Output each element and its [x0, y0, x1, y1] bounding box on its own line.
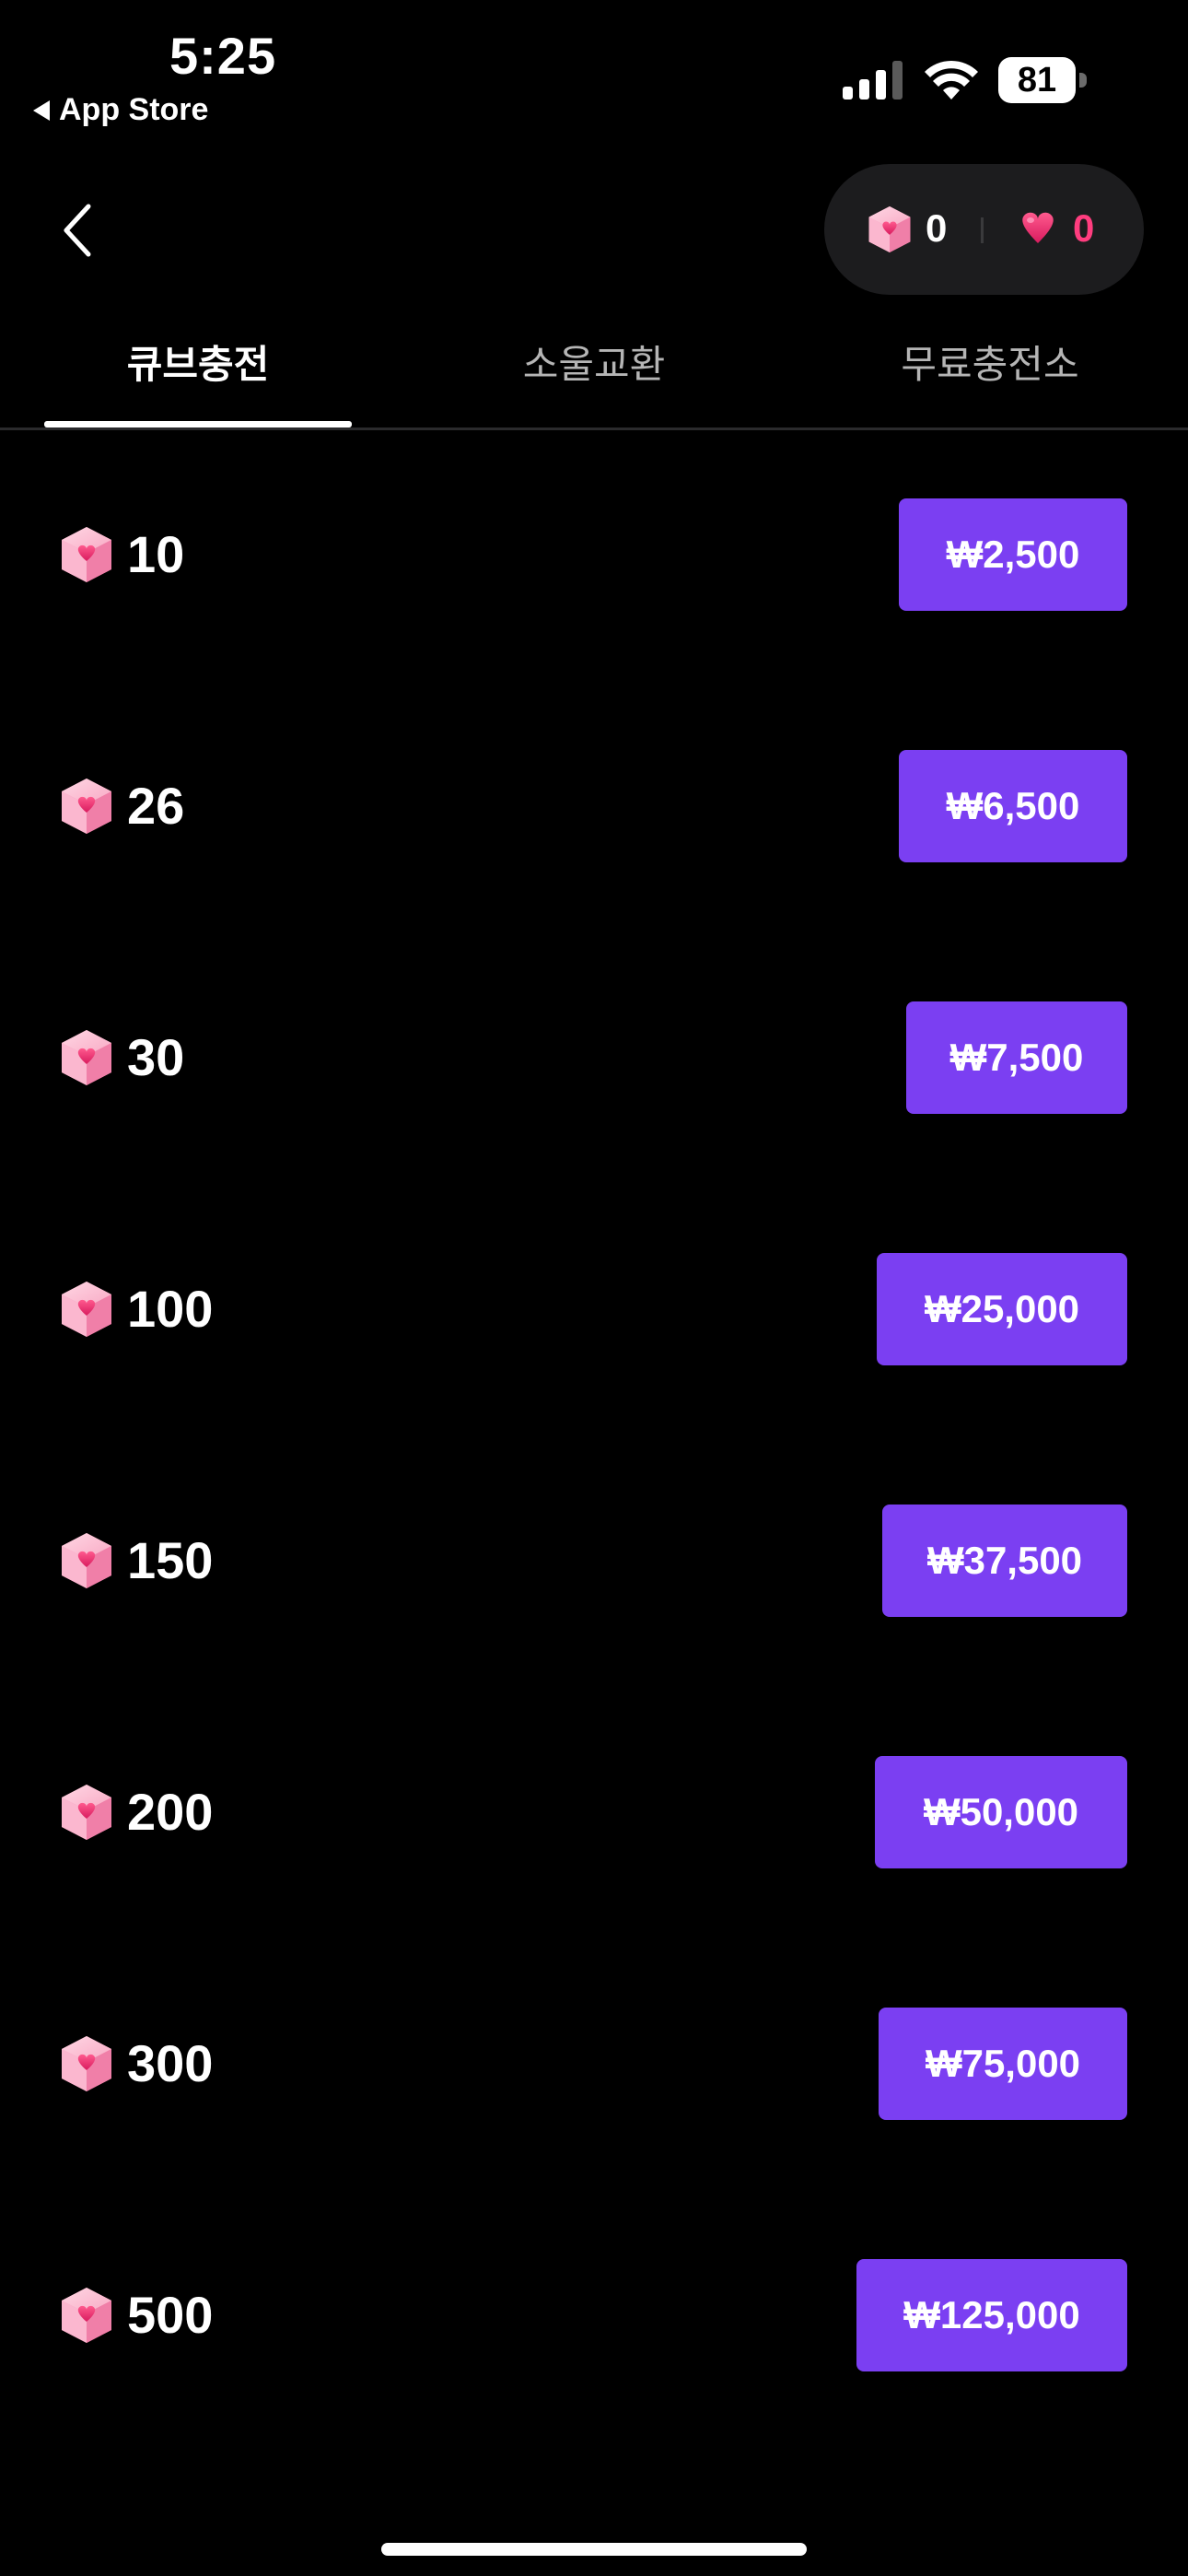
- product-amount: 300: [127, 2034, 214, 2092]
- heart-balance: 0: [1073, 206, 1095, 250]
- cube-icon: [59, 1280, 114, 1339]
- cube-icon: [59, 1783, 114, 1842]
- status-bar: 5:25 App Store 81: [0, 0, 1188, 138]
- product-amount: 200: [127, 1783, 214, 1841]
- price-button[interactable]: ₩7,500: [906, 1001, 1127, 1114]
- heart-icon: [1022, 212, 1054, 243]
- battery-level: 81: [998, 57, 1076, 103]
- cube-icon: [59, 777, 114, 836]
- product-amount: 26: [127, 777, 185, 835]
- cube-icon: [59, 1028, 114, 1087]
- cube-icon: [59, 2034, 114, 2093]
- price-button[interactable]: ₩125,000: [856, 2259, 1127, 2371]
- product-amount: 10: [127, 525, 185, 583]
- product-row: 30 ₩7,500: [0, 997, 1188, 1117]
- battery-icon: 81: [998, 57, 1087, 103]
- back-to-app-store-link[interactable]: App Store: [33, 92, 208, 128]
- price-button[interactable]: ₩6,500: [899, 750, 1127, 862]
- product-row: 26 ₩6,500: [0, 745, 1188, 865]
- product-amount: 500: [127, 2286, 214, 2344]
- cube-icon: [867, 205, 913, 254]
- price-button[interactable]: ₩75,000: [879, 2008, 1127, 2120]
- balance-pill[interactable]: 0 0: [824, 164, 1144, 295]
- tab-bar: 큐브충전 소울교환 무료충전소: [0, 313, 1188, 430]
- tab-free-charge[interactable]: 무료충전소: [866, 313, 1114, 427]
- price-button[interactable]: ₩50,000: [875, 1756, 1127, 1868]
- cube-balance: 0: [926, 206, 948, 250]
- product-row: 10 ₩2,500: [0, 494, 1188, 614]
- product-amount: 100: [127, 1280, 214, 1338]
- price-button[interactable]: ₩37,500: [882, 1505, 1127, 1617]
- balance-divider: [981, 217, 984, 243]
- active-tab-indicator: [44, 421, 352, 427]
- product-amount: 150: [127, 1531, 214, 1589]
- product-row: 500 ₩125,000: [0, 2254, 1188, 2374]
- cube-icon: [59, 525, 114, 584]
- back-app-label: App Store: [59, 92, 209, 127]
- price-button[interactable]: ₩25,000: [877, 1253, 1127, 1365]
- tab-cube-charge[interactable]: 큐브충전: [44, 313, 352, 427]
- product-row: 100 ₩25,000: [0, 1248, 1188, 1368]
- wifi-icon: [925, 60, 978, 100]
- cube-icon: [59, 1531, 114, 1590]
- cellular-signal-icon: [843, 61, 903, 100]
- back-triangle-icon: [33, 100, 50, 121]
- tab-soul-exchange[interactable]: 소울교환: [460, 313, 728, 427]
- product-amount: 30: [127, 1028, 185, 1086]
- chevron-left-icon[interactable]: [55, 193, 101, 267]
- status-time: 5:25: [169, 27, 277, 85]
- cube-icon: [59, 2286, 114, 2345]
- product-row: 200 ₩50,000: [0, 1751, 1188, 1871]
- product-row: 300 ₩75,000: [0, 2003, 1188, 2123]
- home-indicator[interactable]: [381, 2543, 807, 2556]
- product-row: 150 ₩37,500: [0, 1500, 1188, 1620]
- price-button[interactable]: ₩2,500: [899, 498, 1127, 611]
